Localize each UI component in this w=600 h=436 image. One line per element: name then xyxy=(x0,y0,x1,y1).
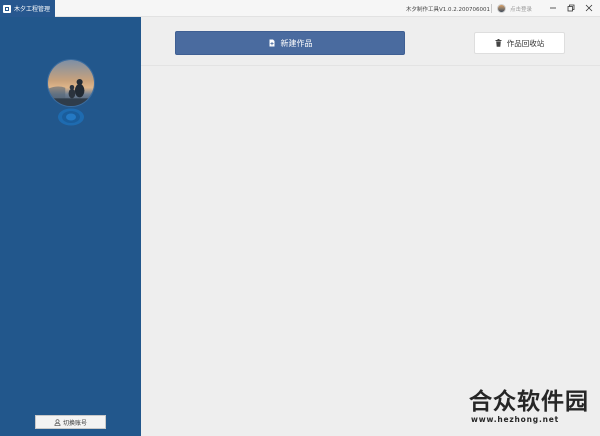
new-work-button[interactable]: 新建作品 xyxy=(175,31,405,55)
restore-button[interactable] xyxy=(565,2,577,14)
new-work-label: 新建作品 xyxy=(280,38,313,48)
avatar-photo xyxy=(48,60,94,106)
restore-icon xyxy=(567,4,575,12)
user-avatar-small[interactable] xyxy=(497,4,506,13)
app-tab[interactable]: 木夕工程管理 xyxy=(0,0,55,17)
new-file-icon xyxy=(269,39,274,47)
watermark-title: 合众软件园 xyxy=(469,389,589,415)
app-logo-icon xyxy=(3,4,11,13)
level-badge-icon xyxy=(57,107,85,127)
switch-account-button[interactable]: 切换账号 xyxy=(35,415,106,429)
main-panel: 新建作品 作品回收站 xyxy=(141,17,600,436)
title-bar: 木夕工程管理 木夕制作工具V1.0.2.200706001 点击登录 xyxy=(0,0,600,17)
recycle-bin-button[interactable]: 作品回收站 xyxy=(474,32,565,54)
title-separator xyxy=(491,4,492,13)
close-button[interactable] xyxy=(583,2,595,14)
avatar[interactable] xyxy=(47,59,95,107)
watermark-url: www.hezhong.net xyxy=(471,415,560,424)
minimize-button[interactable] xyxy=(547,2,559,14)
watermark: 合众软件园 www.hezhong.net xyxy=(469,389,600,436)
close-icon xyxy=(585,4,593,12)
switch-account-label: 切换账号 xyxy=(62,419,87,427)
trash-icon xyxy=(495,39,502,47)
recycle-bin-label: 作品回收站 xyxy=(506,38,545,48)
app-tab-label: 木夕工程管理 xyxy=(14,6,51,13)
user-icon xyxy=(54,418,61,426)
header-divider xyxy=(141,65,600,66)
sidebar: 切换账号 xyxy=(0,17,141,436)
version-text: 木夕制作工具V1.0.2.200706001 xyxy=(406,7,490,13)
login-link[interactable]: 点击登录 xyxy=(510,5,532,13)
minimize-icon xyxy=(550,7,556,9)
